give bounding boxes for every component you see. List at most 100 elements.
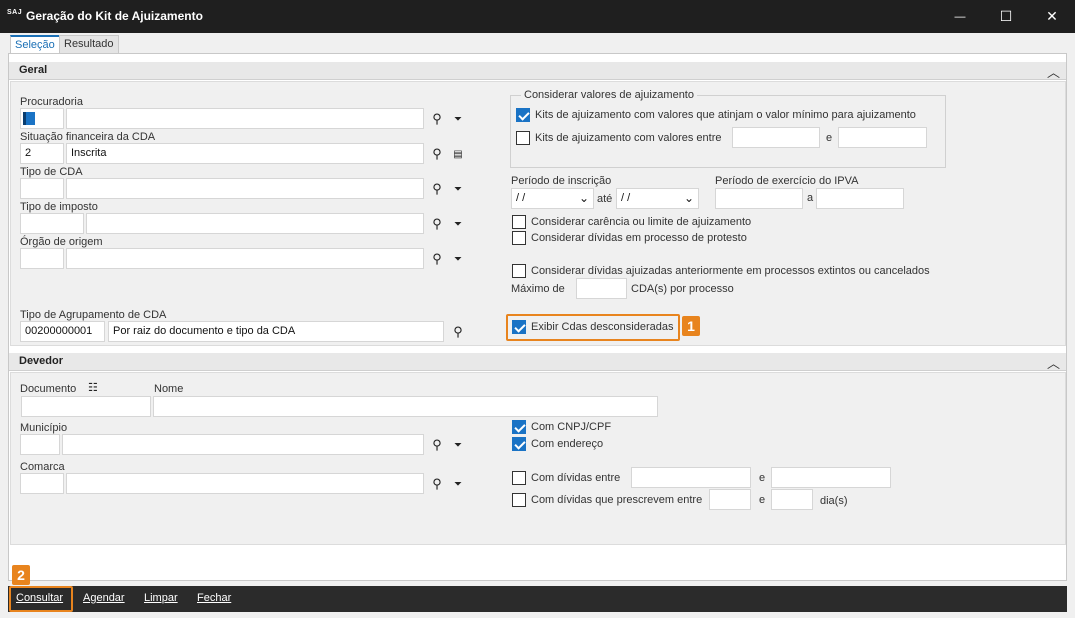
date-value: / / bbox=[621, 192, 631, 204]
extintos-checkbox[interactable] bbox=[512, 264, 526, 278]
search-icon[interactable]: ⚲ bbox=[430, 476, 444, 491]
municipio-code-input[interactable] bbox=[20, 434, 60, 455]
tipo-imposto-code-input[interactable] bbox=[20, 213, 84, 234]
municipio-label: Município bbox=[20, 422, 68, 434]
endereco-checkbox[interactable] bbox=[512, 437, 526, 451]
filter-dropdown-icon[interactable]: ⏷ bbox=[451, 477, 465, 491]
prescrevem-label: Com dívidas que prescrevem entre bbox=[531, 494, 703, 506]
collapse-chevron-icon[interactable]: ︿ bbox=[1047, 62, 1060, 81]
agendar-button[interactable]: Agendar bbox=[83, 592, 125, 604]
documento-input[interactable] bbox=[21, 396, 151, 417]
filter-dropdown-icon[interactable]: ⏷ bbox=[451, 182, 465, 196]
situacao-code-input[interactable]: 2 bbox=[20, 143, 64, 164]
kits-entre-checkbox[interactable] bbox=[516, 131, 530, 145]
tab-strip: Seleção Resultado bbox=[0, 33, 1075, 53]
minimize-icon: — bbox=[954, 10, 966, 23]
collapse-chevron-icon[interactable]: ︿ bbox=[1047, 353, 1060, 372]
search-icon[interactable]: ⚲ bbox=[430, 437, 444, 452]
protesto-checkbox[interactable] bbox=[512, 231, 526, 245]
endereco-label: Com endereço bbox=[531, 438, 604, 450]
minimize-button[interactable]: — bbox=[937, 0, 983, 33]
search-icon[interactable]: ⚲ bbox=[430, 181, 444, 196]
ate-label: até bbox=[597, 193, 613, 205]
agrupamento-code-input[interactable]: 00200000001 bbox=[20, 321, 105, 342]
tipo-cda-label: Tipo de CDA bbox=[20, 166, 83, 178]
dividas-entre-checkbox[interactable] bbox=[512, 471, 526, 485]
maximo-suffix-label: CDA(s) por processo bbox=[631, 283, 734, 295]
section-header-devedor[interactable]: Devedor ︿ bbox=[9, 353, 1066, 371]
orgao-desc-input[interactable] bbox=[66, 248, 424, 269]
consultar-button[interactable]: Consultar bbox=[16, 592, 63, 604]
main-panel: Geral ︿ Procuradoria ⚲ ⏷ Situação financ… bbox=[8, 53, 1067, 581]
prescrevem-checkbox[interactable] bbox=[512, 493, 526, 507]
comarca-desc-input[interactable] bbox=[66, 473, 424, 494]
limpar-button[interactable]: Limpar bbox=[144, 592, 178, 604]
agrupamento-desc-input[interactable]: Por raiz do documento e tipo da CDA bbox=[108, 321, 444, 342]
tipo-cda-desc-input[interactable] bbox=[66, 178, 424, 199]
filter-dropdown-icon[interactable]: ⏷ bbox=[451, 217, 465, 231]
filter-dropdown-icon[interactable]: ⏷ bbox=[451, 112, 465, 126]
periodo-ipva-to-input[interactable] bbox=[816, 188, 904, 209]
kits-minimo-label: Kits de ajuizamento com valores que atin… bbox=[535, 109, 916, 121]
close-button[interactable]: ✕ bbox=[1029, 0, 1075, 33]
procuradoria-code-input[interactable] bbox=[20, 108, 64, 129]
periodo-ipva-from-input[interactable] bbox=[715, 188, 803, 209]
tab-selecao[interactable]: Seleção bbox=[10, 35, 60, 53]
situacao-label: Situação financeira da CDA bbox=[20, 131, 156, 143]
title-bar: SAJ Geração do Kit de Ajuizamento — ☐ ✕ bbox=[0, 0, 1075, 33]
nome-label: Nome bbox=[154, 383, 184, 395]
prescrevem-from-input[interactable] bbox=[709, 489, 751, 510]
cnpj-checkbox[interactable] bbox=[512, 420, 526, 434]
tipo-cda-code-input[interactable] bbox=[20, 178, 64, 199]
carencia-checkbox[interactable] bbox=[512, 215, 526, 229]
carencia-label: Considerar carência ou limite de ajuizam… bbox=[531, 216, 752, 228]
prescrevem-suffix-label: dia(s) bbox=[820, 495, 848, 507]
search-icon[interactable]: ⚲ bbox=[430, 216, 444, 231]
protesto-label: Considerar dívidas em processo de protes… bbox=[531, 232, 747, 244]
search-icon[interactable]: ⚲ bbox=[451, 324, 465, 339]
tipo-imposto-desc-input[interactable] bbox=[86, 213, 424, 234]
kits-entre-and-label: e bbox=[826, 132, 833, 144]
filter-list-icon[interactable]: ▤ bbox=[451, 147, 465, 161]
kits-minimo-checkbox[interactable] bbox=[516, 108, 530, 122]
procuradoria-desc-input[interactable] bbox=[66, 108, 424, 129]
bottom-toolbar: Consultar Agendar Limpar Fechar bbox=[8, 586, 1067, 612]
periodo-inscricao-from-input[interactable]: / / ⌄ bbox=[511, 188, 594, 209]
municipio-desc-input[interactable] bbox=[62, 434, 424, 455]
kits-entre-from-input[interactable] bbox=[732, 127, 820, 148]
periodo-inscricao-to-input[interactable]: / / ⌄ bbox=[616, 188, 699, 209]
chevron-down-icon[interactable]: ⌄ bbox=[684, 191, 694, 205]
search-icon[interactable]: ⚲ bbox=[430, 251, 444, 266]
section-title: Devedor bbox=[19, 355, 64, 367]
search-icon[interactable]: ⚲ bbox=[430, 146, 444, 161]
filter-dropdown-icon[interactable]: ⏷ bbox=[451, 438, 465, 452]
fechar-button[interactable]: Fechar bbox=[197, 592, 231, 604]
chevron-down-icon[interactable]: ⌄ bbox=[579, 191, 589, 205]
search-icon[interactable]: ⚲ bbox=[430, 111, 444, 126]
section-header-geral[interactable]: Geral ︿ bbox=[9, 62, 1066, 80]
extintos-label: Considerar dívidas ajuizadas anteriormen… bbox=[531, 265, 930, 277]
tipo-imposto-label: Tipo de imposto bbox=[20, 201, 98, 213]
maximo-label: Máximo de bbox=[511, 283, 565, 295]
orgao-code-input[interactable] bbox=[20, 248, 64, 269]
tab-resultado[interactable]: Resultado bbox=[59, 35, 119, 53]
procuradoria-label: Procuradoria bbox=[20, 96, 83, 108]
filter-dropdown-icon[interactable]: ⏷ bbox=[451, 252, 465, 266]
exibir-cdas-checkbox[interactable] bbox=[512, 320, 526, 334]
step-badge-1: 1 bbox=[682, 316, 700, 336]
prescrevem-to-input[interactable] bbox=[771, 489, 813, 510]
step-badge-2: 2 bbox=[12, 565, 30, 585]
dividas-entre-to-input[interactable] bbox=[771, 467, 891, 488]
kits-entre-to-input[interactable] bbox=[838, 127, 927, 148]
info-icon[interactable]: ☷ bbox=[88, 381, 98, 394]
maximize-icon: ☐ bbox=[999, 8, 1013, 24]
maximize-button[interactable]: ☐ bbox=[983, 0, 1029, 33]
dividas-entre-from-input[interactable] bbox=[631, 467, 751, 488]
comarca-label: Comarca bbox=[20, 461, 65, 473]
dividas-entre-label: Com dívidas entre bbox=[531, 472, 621, 484]
maximo-input[interactable] bbox=[576, 278, 627, 299]
comarca-code-input[interactable] bbox=[20, 473, 64, 494]
nome-input[interactable] bbox=[153, 396, 658, 417]
dividas-entre-e-label: e bbox=[759, 472, 766, 484]
situacao-desc-input[interactable]: Inscrita bbox=[66, 143, 424, 164]
